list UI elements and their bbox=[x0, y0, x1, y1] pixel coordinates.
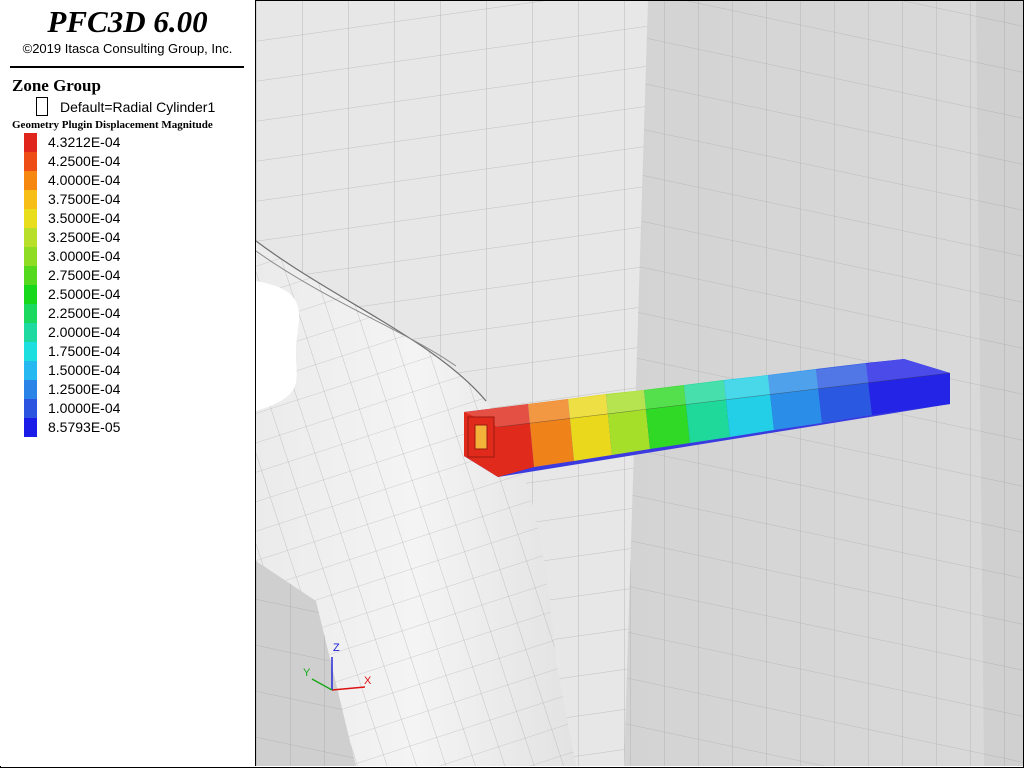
contour-level-label: 4.3212E-04 bbox=[48, 134, 121, 150]
rock-slab-edge-mesh bbox=[976, 1, 1023, 766]
contour-swatch bbox=[24, 266, 37, 285]
zone-group-entry: Default=Radial Cylinder1 bbox=[60, 99, 216, 115]
contour-level-label: 1.7500E-04 bbox=[48, 343, 121, 359]
contour-level-label: 4.0000E-04 bbox=[48, 172, 121, 188]
contour-level-label: 1.0000E-04 bbox=[48, 400, 121, 416]
zone-group-title: Zone Group bbox=[12, 76, 101, 95]
model-viewport[interactable]: X Z Y bbox=[256, 1, 1023, 766]
contour-swatch bbox=[24, 285, 37, 304]
contour-swatch bbox=[24, 247, 37, 266]
contour-level-label: 2.2500E-04 bbox=[48, 305, 121, 321]
x-axis-label: X bbox=[364, 675, 372, 687]
contour-swatch bbox=[24, 209, 37, 228]
contour-level-label: 1.5000E-04 bbox=[48, 362, 121, 378]
contour-swatch bbox=[24, 133, 37, 152]
contour-level-label: 1.2500E-04 bbox=[48, 381, 121, 397]
contour-level-label: 3.7500E-04 bbox=[48, 191, 121, 207]
contour-swatch bbox=[24, 228, 37, 247]
contour-swatch bbox=[24, 323, 37, 342]
contour-level-label: 2.5000E-04 bbox=[48, 286, 121, 302]
contour-level-label: 3.0000E-04 bbox=[48, 248, 121, 264]
app-title: PFC3D 6.00 bbox=[47, 4, 208, 39]
contour-swatch bbox=[24, 418, 37, 437]
contour-swatch bbox=[24, 342, 37, 361]
contour-swatch bbox=[24, 190, 37, 209]
contour-level-label: 2.0000E-04 bbox=[48, 324, 121, 340]
contour-swatch bbox=[24, 361, 37, 380]
model-render: X Z Y bbox=[256, 1, 1023, 766]
contour-level-label: 8.5793E-05 bbox=[48, 419, 121, 435]
legend-divider bbox=[10, 66, 244, 68]
contour-swatch bbox=[24, 304, 37, 323]
contour-level-label: 2.7500E-04 bbox=[48, 267, 121, 283]
copyright-text: ©2019 Itasca Consulting Group, Inc. bbox=[22, 41, 233, 56]
legend-panel: PFC3D 6.00 ©2019 Itasca Consulting Group… bbox=[0, 0, 256, 766]
z-axis-label: Z bbox=[333, 642, 340, 654]
contour-title: Geometry Plugin Displacement Magnitude bbox=[12, 119, 213, 131]
contour-level-label: 3.2500E-04 bbox=[48, 229, 121, 245]
contour-swatch bbox=[24, 380, 37, 399]
contour-swatch bbox=[24, 399, 37, 418]
y-axis-label: Y bbox=[303, 667, 311, 679]
contour-swatch bbox=[24, 171, 37, 190]
contour-swatch bbox=[24, 152, 37, 171]
contour-level-label: 4.2500E-04 bbox=[48, 153, 121, 169]
zone-group-swatch bbox=[36, 97, 48, 116]
contour-level-label: 3.5000E-04 bbox=[48, 210, 121, 226]
